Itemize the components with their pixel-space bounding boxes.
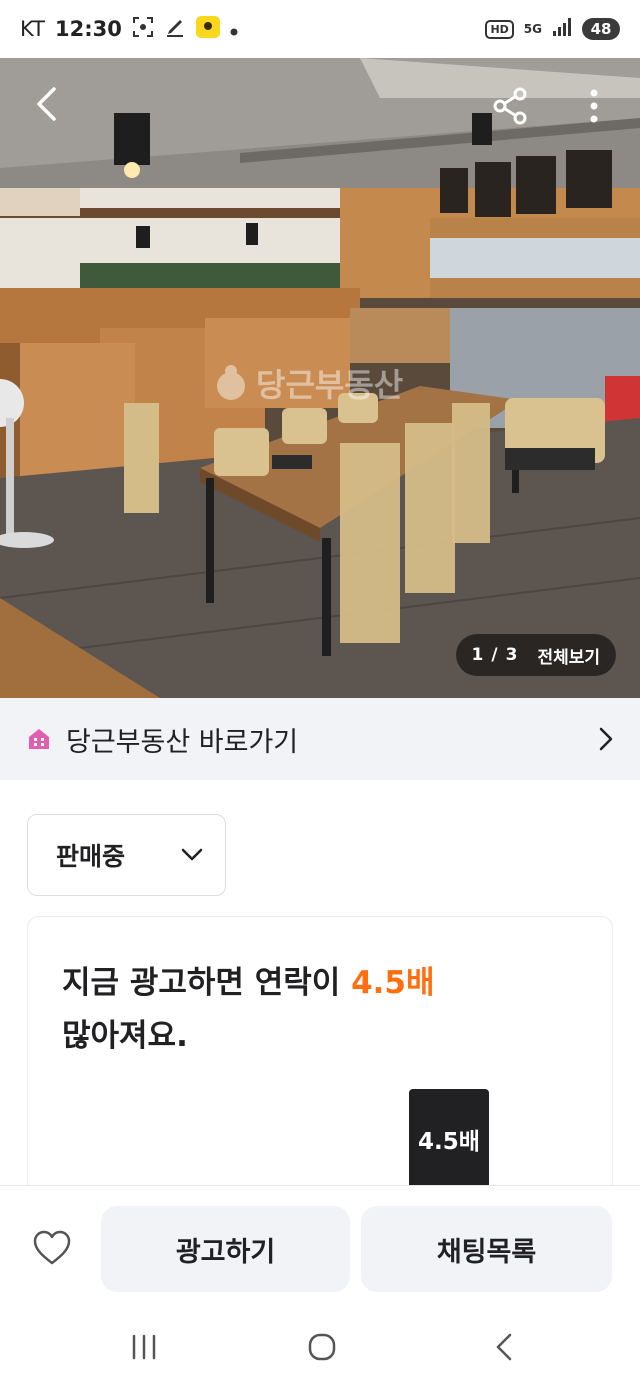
sale-status-dropdown[interactable]: 판매중 [27, 814, 226, 896]
carrot-logo-icon [217, 365, 245, 400]
status-left: KT 12:30 [20, 15, 238, 43]
recent-apps-icon [132, 1334, 156, 1360]
hd-badge: HD [485, 19, 514, 39]
photo-counter-total: 3 [505, 645, 518, 665]
heart-icon [33, 1230, 71, 1265]
ad-title-part2: 많아져요. [62, 1018, 188, 1054]
battery-badge: 48 [582, 18, 620, 40]
photo-counter-separator: / [491, 645, 498, 665]
pen-icon [164, 16, 186, 43]
network-indicator: 5G [523, 21, 542, 36]
realty-shortcut-label: 당근부동산 바로가기 [66, 726, 299, 758]
share-icon [493, 87, 527, 125]
watermark: 당근부동산 [214, 360, 403, 406]
more-options-button[interactable] [574, 82, 614, 130]
ad-promo-title: 지금 광고하면 연락이 4.5배 많아져요. [62, 957, 435, 1063]
share-button[interactable] [486, 82, 534, 130]
home-button[interactable] [302, 1329, 342, 1365]
photo-counter-current: 1 [471, 645, 484, 665]
carrier-label: KT [20, 17, 45, 41]
network-label: 5G [523, 21, 542, 36]
system-navigation-bar [0, 1307, 640, 1387]
bottom-action-bar: 광고하기 채팅목록 [0, 1185, 640, 1307]
view-all-label: 전체보기 [537, 647, 600, 668]
chat-list-button[interactable]: 채팅목록 [361, 1206, 612, 1292]
ad-title-highlight: 4.5배 [351, 965, 435, 1001]
advertise-button[interactable]: 광고하기 [101, 1206, 350, 1292]
realty-shortcut-banner[interactable]: 당근부동산 바로가기 [0, 698, 640, 780]
chevron-down-icon [181, 848, 203, 861]
notification-dot-icon [230, 17, 238, 41]
signal-icon [552, 17, 572, 41]
back-button[interactable] [24, 82, 68, 126]
listing-photo[interactable]: 당근부동산 1 / 3 전체보기 [0, 58, 640, 698]
more-vertical-icon [590, 89, 598, 123]
system-back-button[interactable] [484, 1329, 524, 1365]
sale-status-value: 판매중 [56, 842, 126, 871]
status-right: HD 5G 48 [485, 17, 620, 41]
system-back-icon [496, 1333, 512, 1361]
ad-title-part1: 지금 광고하면 연락이 [62, 965, 352, 1001]
photo-counter-button[interactable]: 1 / 3 전체보기 [455, 634, 616, 676]
house-icon [29, 729, 49, 749]
home-circle-icon [308, 1333, 336, 1361]
status-bar: KT 12:30 HD 5G 48 [0, 0, 640, 58]
screenshot-icon [132, 16, 154, 43]
chevron-right-icon [599, 727, 613, 751]
chevron-left-icon [37, 87, 56, 121]
like-button[interactable] [32, 1230, 76, 1270]
comparison-bar-label: 4.5배 [418, 1129, 480, 1155]
kakao-icon [195, 15, 220, 43]
watermark-text: 당근부동산 [256, 366, 404, 404]
clock: 12:30 [54, 17, 122, 41]
recent-apps-button[interactable] [124, 1329, 164, 1365]
